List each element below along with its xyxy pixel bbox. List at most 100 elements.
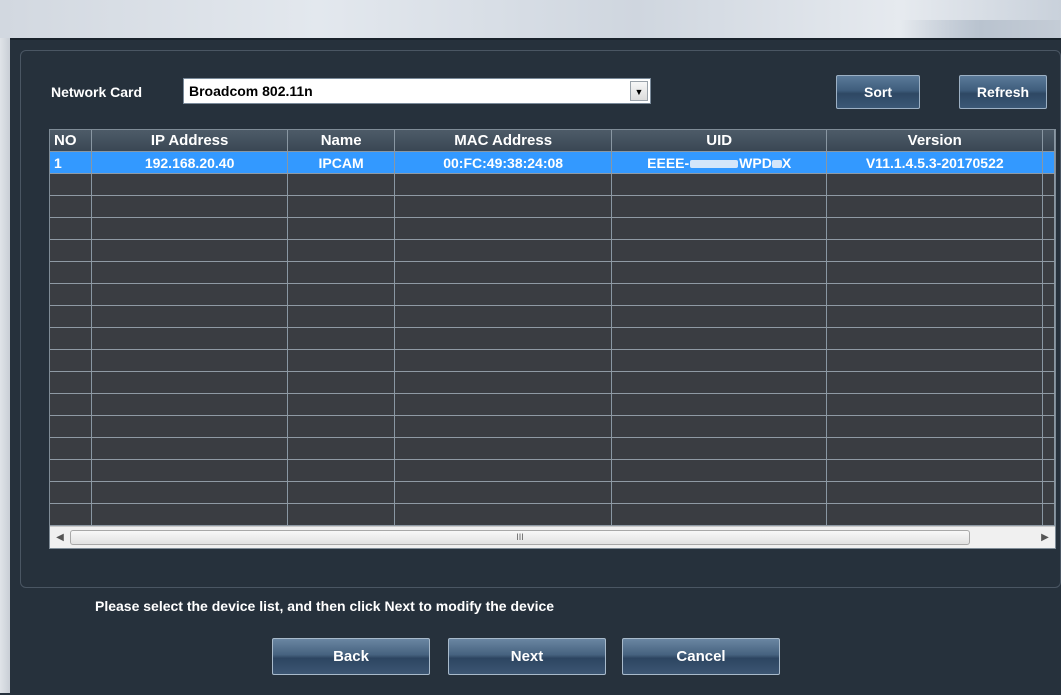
empty-cell [1042, 371, 1055, 394]
empty-cell [394, 371, 612, 394]
cell-filler [1042, 151, 1055, 174]
empty-table-row[interactable] [50, 459, 1055, 482]
dropdown-arrow-icon[interactable]: ▼ [630, 81, 648, 101]
empty-cell [394, 393, 612, 416]
empty-cell [611, 305, 828, 328]
column-ip-address-header[interactable]: IP Address [91, 130, 288, 152]
empty-cell [394, 481, 612, 504]
empty-table-row[interactable] [50, 195, 1055, 218]
cell-ip-address: 192.168.20.40 [91, 151, 288, 174]
empty-cell [611, 173, 828, 196]
device-grid: NO IP Address Name MAC Address UID Version 11… [50, 130, 1055, 526]
empty-cell [1042, 393, 1055, 416]
empty-cell [91, 195, 288, 218]
empty-cell [287, 503, 396, 526]
empty-cell [394, 239, 612, 262]
empty-cell [287, 239, 396, 262]
scroll-right-icon[interactable]: ▶ [1037, 530, 1053, 546]
empty-cell [50, 327, 93, 350]
empty-cell [50, 305, 93, 328]
empty-cell [287, 393, 396, 416]
empty-table-row[interactable] [50, 283, 1055, 306]
cell-name: IPCAM [287, 151, 396, 174]
empty-table-row[interactable] [50, 217, 1055, 240]
empty-cell [287, 217, 396, 240]
redaction-mark [771, 159, 782, 168]
empty-cell [611, 239, 828, 262]
empty-cell [50, 173, 93, 196]
scrollbar-thumb[interactable]: III [70, 530, 970, 545]
network-card-select[interactable]: Broadcom 802.11n ▼ [183, 78, 651, 104]
empty-table-row[interactable] [50, 415, 1055, 438]
column-no-header[interactable]: NO [50, 130, 93, 152]
empty-cell [50, 481, 93, 504]
empty-table-row[interactable] [50, 349, 1055, 372]
empty-cell [50, 349, 93, 372]
empty-cell [394, 173, 612, 196]
empty-cell [611, 195, 828, 218]
empty-cell [50, 459, 93, 482]
empty-table-row[interactable] [50, 393, 1055, 416]
empty-cell [611, 415, 828, 438]
horizontal-scrollbar[interactable]: ◀ III ▶ [50, 526, 1055, 548]
empty-cell [826, 217, 1044, 240]
empty-cell [826, 437, 1044, 460]
sort-button[interactable]: Sort [836, 75, 920, 109]
column-mac-address-header[interactable]: MAC Address [394, 130, 612, 152]
cell-uid: EEEE- WPD X [611, 151, 828, 174]
empty-cell [1042, 327, 1055, 350]
empty-cell [50, 195, 93, 218]
empty-table-row[interactable] [50, 481, 1055, 504]
empty-cell [394, 349, 612, 372]
scrollbar-grip: III [516, 532, 524, 542]
empty-cell [611, 503, 828, 526]
empty-cell [1042, 305, 1055, 328]
empty-cell [287, 481, 396, 504]
column-name-header[interactable]: Name [287, 130, 396, 152]
empty-cell [611, 261, 828, 284]
device-list-group: Network Card Broadcom 802.11n ▼ Sort Ref… [20, 50, 1061, 588]
empty-cell [826, 481, 1044, 504]
empty-table-row[interactable] [50, 327, 1055, 350]
empty-cell [91, 261, 288, 284]
cell-version: V11.1.4.5.3-20170522 [826, 151, 1044, 174]
refresh-button[interactable]: Refresh [959, 75, 1047, 109]
next-button[interactable]: Next [448, 638, 606, 675]
empty-cell [611, 371, 828, 394]
background-left-edge [0, 38, 10, 693]
empty-cell [91, 393, 288, 416]
empty-cell [394, 437, 612, 460]
empty-cell [91, 349, 288, 372]
empty-cell [91, 217, 288, 240]
empty-cell [1042, 283, 1055, 306]
empty-cell [1042, 415, 1055, 438]
background-desktop-strip [0, 0, 1061, 38]
empty-cell [91, 283, 288, 306]
back-button[interactable]: Back [272, 638, 430, 675]
empty-table-row[interactable] [50, 503, 1055, 526]
column-version-header[interactable]: Version [826, 130, 1044, 152]
empty-table-row[interactable] [50, 239, 1055, 262]
empty-cell [826, 327, 1044, 350]
empty-cell [611, 459, 828, 482]
empty-cell [826, 261, 1044, 284]
empty-table-row[interactable] [50, 437, 1055, 460]
empty-cell [287, 371, 396, 394]
empty-cell [50, 283, 93, 306]
column-uid-header[interactable]: UID [611, 130, 828, 152]
empty-cell [50, 503, 93, 526]
empty-table-row[interactable] [50, 261, 1055, 284]
empty-table-row[interactable] [50, 371, 1055, 394]
empty-cell [287, 415, 396, 438]
empty-table-row[interactable] [50, 173, 1055, 196]
cancel-button[interactable]: Cancel [622, 638, 780, 675]
empty-cell [611, 349, 828, 372]
scroll-left-icon[interactable]: ◀ [52, 530, 68, 546]
table-row[interactable]: 1 192.168.20.40 IPCAM 00:FC:49:38:24:08 EEEE… [50, 151, 1055, 174]
empty-cell [1042, 349, 1055, 372]
empty-cell [50, 437, 93, 460]
device-search-panel: Network Card Broadcom 802.11n ▼ Sort Ref… [10, 38, 1061, 695]
empty-cell [826, 393, 1044, 416]
empty-table-row[interactable] [50, 305, 1055, 328]
device-table[interactable]: NO IP Address Name MAC Address UID Version 11… [49, 129, 1056, 549]
